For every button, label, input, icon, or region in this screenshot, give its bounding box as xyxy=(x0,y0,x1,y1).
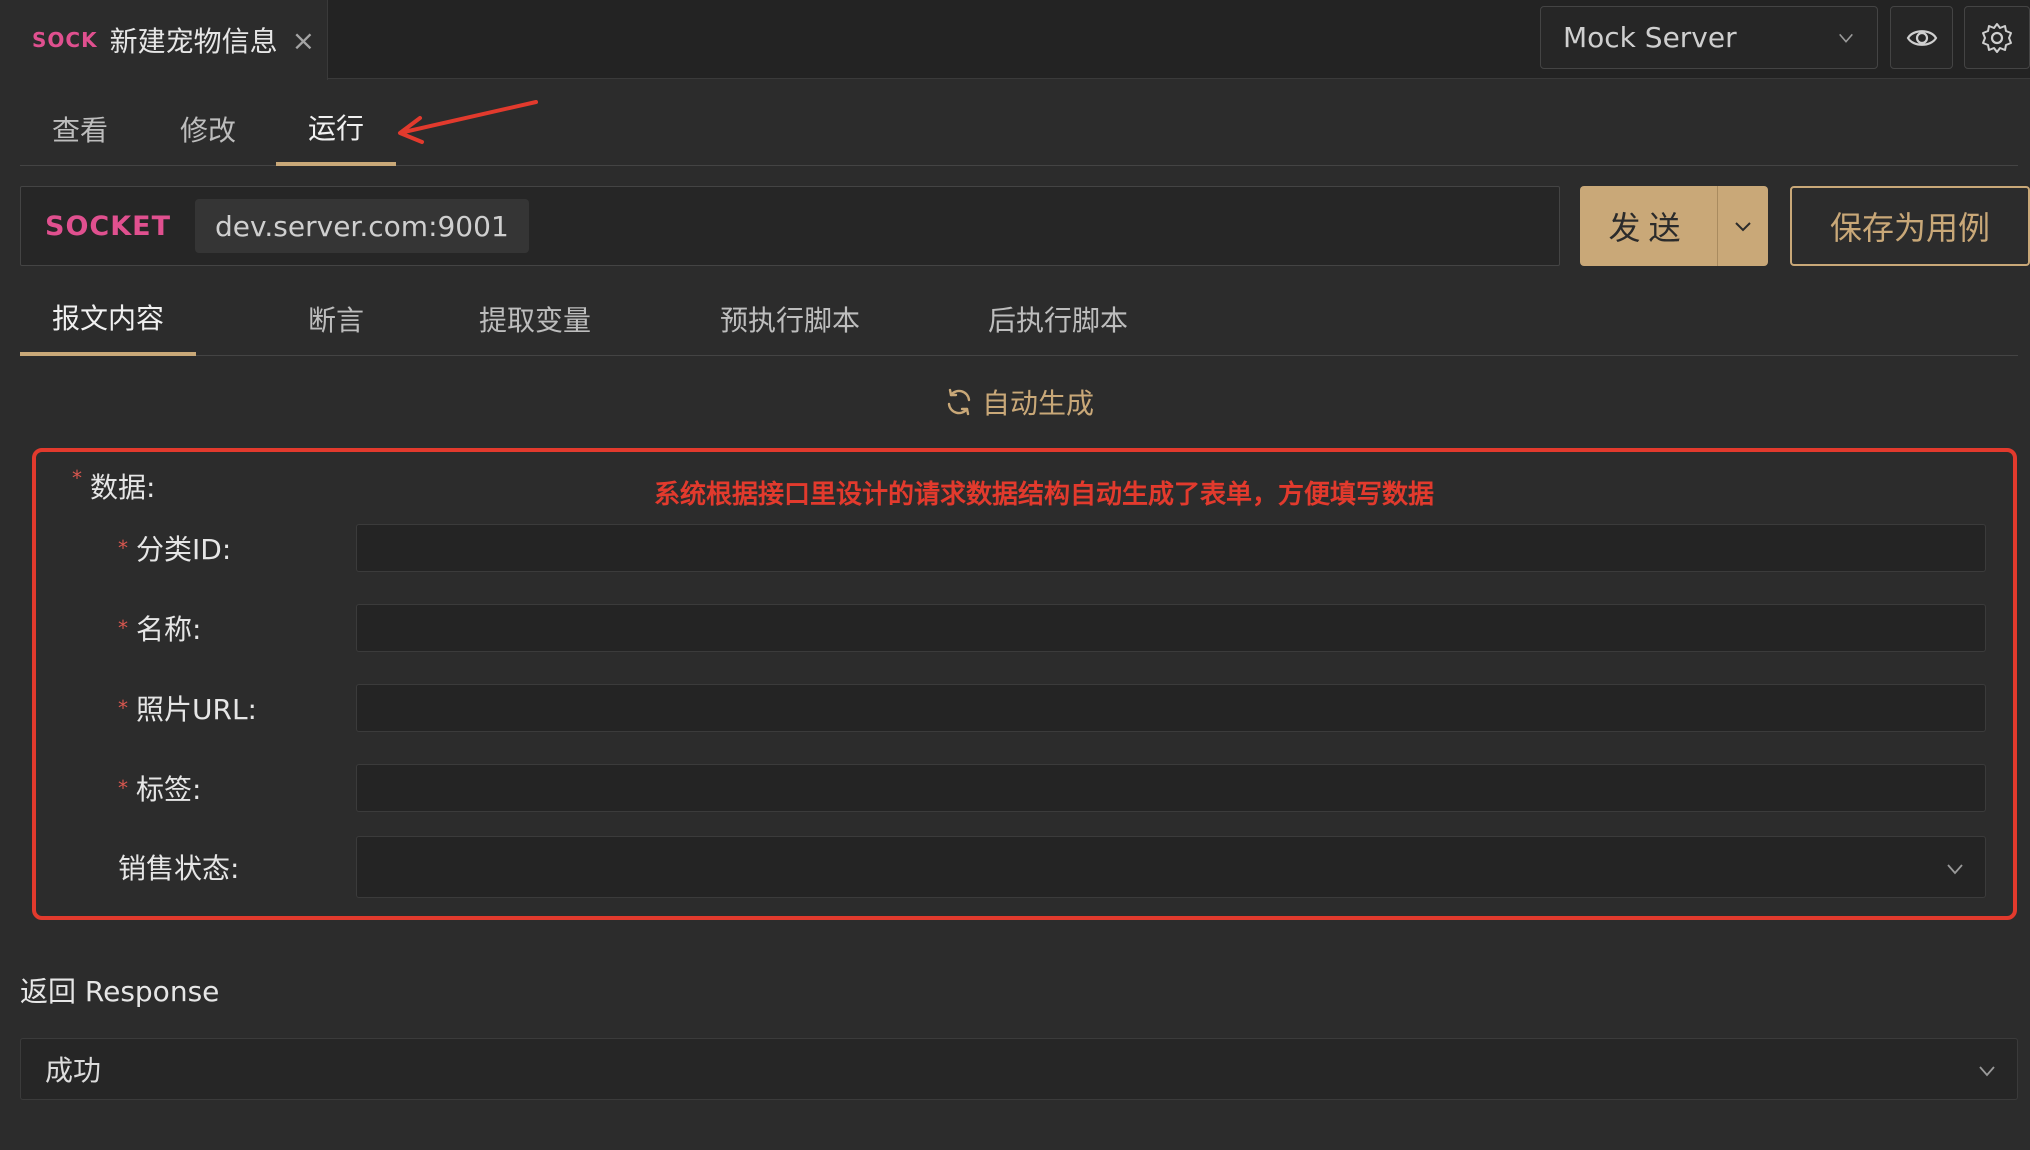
field-row-sale-status: 销售状态: xyxy=(36,836,2013,898)
required-mark: * xyxy=(72,466,82,490)
chevron-down-icon xyxy=(1979,1066,1995,1077)
top-tab-bar: SOCK 新建宠物信息 × Mock Server xyxy=(0,0,2030,80)
field-row-tags: * 标签: xyxy=(36,764,2013,812)
environment-select-value: Mock Server xyxy=(1563,21,1737,54)
preview-button[interactable] xyxy=(1890,6,1953,69)
photo-url-input[interactable] xyxy=(356,684,1986,732)
response-select-value: 成功 xyxy=(45,1054,102,1087)
refresh-icon xyxy=(947,388,971,416)
tab-extract-variables[interactable]: 提取变量 xyxy=(460,282,610,356)
close-icon[interactable]: × xyxy=(292,24,315,57)
tab-post-script[interactable]: 后执行脚本 xyxy=(968,282,1148,356)
document-tab[interactable]: SOCK 新建宠物信息 × xyxy=(0,0,328,80)
send-options-dropdown[interactable] xyxy=(1718,186,1768,266)
request-protocol[interactable]: SOCKET xyxy=(45,187,171,265)
annotation-text: 系统根据接口里设计的请求数据结构自动生成了表单，方便填写数据 xyxy=(654,480,1435,510)
name-input[interactable] xyxy=(356,604,1986,652)
save-as-case-button[interactable]: 保存为用例 xyxy=(1790,186,2030,266)
field-label: * 照片URL: xyxy=(118,693,257,726)
send-button[interactable]: 发送 xyxy=(1580,186,1768,266)
sale-status-select[interactable] xyxy=(356,836,1986,898)
chevron-down-icon xyxy=(1839,33,1853,43)
settings-button[interactable] xyxy=(1964,6,2030,69)
body-tabs: 报文内容 断言 提取变量 预执行脚本 后执行脚本 xyxy=(20,282,2018,356)
environment-select[interactable]: Mock Server xyxy=(1540,6,1878,69)
field-row-photo-url: * 照片URL: xyxy=(36,684,2013,732)
field-row-name: * 名称: xyxy=(36,604,2013,652)
tab-run[interactable]: 运行 xyxy=(276,92,396,166)
required-mark: * xyxy=(118,616,128,640)
field-label: * 名称: xyxy=(118,613,202,646)
required-mark: * xyxy=(118,536,128,560)
tab-edit[interactable]: 修改 xyxy=(158,92,258,166)
tab-assertions[interactable]: 断言 xyxy=(276,282,396,356)
gear-icon xyxy=(1982,22,2012,53)
form-root-label: * 数据: xyxy=(72,466,156,504)
tags-input[interactable] xyxy=(356,764,1986,812)
chevron-down-icon xyxy=(1735,222,1751,232)
category-id-input[interactable] xyxy=(356,524,1986,572)
mode-tabs: 查看 修改 运行 xyxy=(20,92,2018,166)
auto-generate-button[interactable]: 自动生成 xyxy=(944,382,1094,422)
field-label: 销售状态: xyxy=(118,852,240,885)
response-select[interactable]: 成功 xyxy=(20,1038,2018,1100)
tab-pre-script[interactable]: 预执行脚本 xyxy=(700,282,880,356)
chevron-down-icon xyxy=(1947,864,1963,875)
field-row-category-id: * 分类ID: xyxy=(36,524,2013,572)
generated-form: * 数据: 系统根据接口里设计的请求数据结构自动生成了表单，方便填写数据 * 分类I… xyxy=(32,448,2017,920)
field-label: * 分类ID: xyxy=(118,533,232,566)
annotation-arrow xyxy=(398,100,538,144)
required-mark: * xyxy=(118,776,128,800)
eye-icon xyxy=(1906,29,1937,46)
field-label: * 标签: xyxy=(118,773,202,806)
tab-message-content[interactable]: 报文内容 xyxy=(20,282,196,356)
response-label: 返回 Response xyxy=(20,975,220,1008)
request-line: SOCKET dev.server.com:9001 xyxy=(20,186,1560,266)
tab-view[interactable]: 查看 xyxy=(30,92,130,166)
document-tab-title: 新建宠物信息 xyxy=(109,25,278,58)
protocol-badge: SOCK xyxy=(32,28,98,52)
url-input[interactable]: dev.server.com:9001 xyxy=(195,199,529,253)
auto-generate-label: 自动生成 xyxy=(982,387,1095,420)
required-mark: * xyxy=(118,696,128,720)
send-button-label[interactable]: 发送 xyxy=(1580,186,1718,266)
